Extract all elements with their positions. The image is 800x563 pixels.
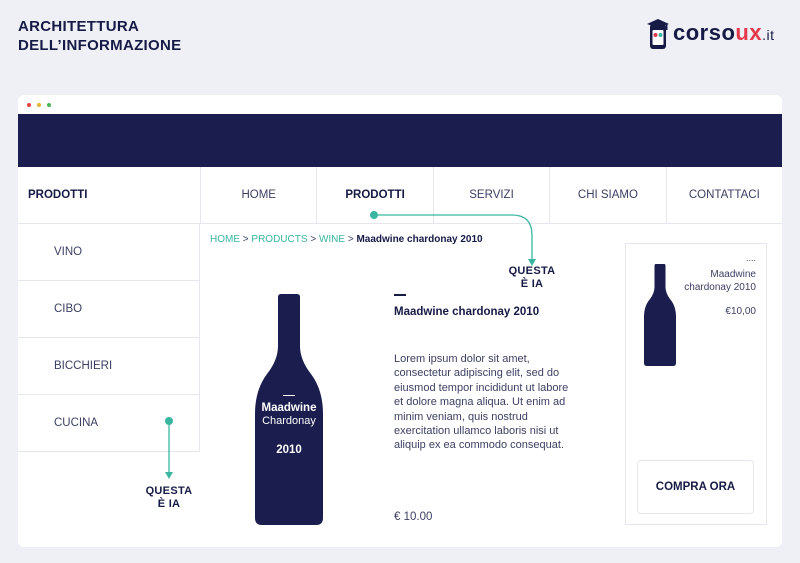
breadcrumb-separator: > [310, 234, 317, 245]
sidebar-item-bicchieri[interactable]: BICCHIERI [18, 338, 199, 395]
site-header [18, 114, 782, 167]
brand-prefix: corso [673, 20, 736, 45]
annotation-label-top: QUESTA È IA [503, 265, 561, 291]
brand-logo: corsoux.it [645, 16, 775, 50]
bottle-label: Maadwine Chardonay 2010 [255, 395, 323, 456]
bottle-label-year: 2010 [276, 444, 302, 457]
nav-item-servizi[interactable]: SERVIZI [434, 167, 551, 224]
maximize-dot-icon[interactable] [47, 102, 51, 107]
bottle-label-variety: Chardonay [262, 415, 316, 428]
annotation-label-bottom-line2: È IA [157, 498, 181, 510]
breadcrumb-separator: > [347, 234, 354, 245]
sidebar-item-vino[interactable]: VINO [18, 224, 199, 281]
browser-window: PRODOTTI HOME PRODOTTI SERVIZI CHI SIAMO… [18, 95, 782, 547]
product-price: € 10.00 [394, 511, 433, 523]
breadcrumb-home[interactable]: HOME [210, 234, 240, 245]
brand-wordmark: corsoux.it [673, 20, 775, 46]
sidebar: VINO CIBO BICCHIERI CUCINA [18, 224, 200, 452]
minimize-dot-icon[interactable] [37, 102, 41, 107]
window-titlebar [18, 95, 782, 114]
annotation-label-top-line2: È IA [520, 278, 544, 290]
sidebar-item-cucina[interactable]: CUCINA [18, 395, 199, 452]
brand-tld: .it [762, 27, 775, 43]
annotation-label-bottom-line1: QUESTA [145, 485, 193, 497]
navigation-row: PRODOTTI HOME PRODOTTI SERVIZI CHI SIAMO… [18, 167, 782, 224]
breadcrumb: HOME > PRODUCTS > WINE > Maadwine chardo… [210, 234, 483, 245]
nav-item-contattaci[interactable]: CONTATTACI [667, 167, 782, 224]
related-product-card: .... Maadwine chardonay 2010 €10,00 COMP… [625, 243, 767, 525]
aside-dots: .... [745, 253, 756, 263]
nav-item-home[interactable]: HOME [201, 167, 318, 224]
slide-title-line1: ARCHITETTURA [18, 18, 140, 35]
nav-item-chi-siamo[interactable]: CHI SIAMO [550, 167, 667, 224]
breadcrumb-separator: > [242, 234, 249, 245]
close-dot-icon[interactable] [27, 102, 31, 107]
product-title-dash [394, 294, 406, 296]
bottle-label-name: Maadwine [261, 402, 317, 415]
slide-title: ARCHITETTURA DELL’INFORMAZIONE [18, 17, 181, 55]
product-description: Lorem ipsum dolor sit amet, consectetur … [394, 353, 569, 452]
annotation-label-bottom: QUESTA È IA [140, 485, 198, 511]
main-nav: HOME PRODOTTI SERVIZI CHI SIAMO CONTATTA… [200, 167, 782, 224]
sidebar-item-cibo[interactable]: CIBO [18, 281, 199, 338]
product-title: Maadwine chardonay 2010 [394, 306, 540, 318]
buy-now-button[interactable]: COMPRA ORA [637, 460, 754, 514]
aside-product-price: €10,00 [725, 306, 756, 317]
slide-title-line2: DELL’INFORMAZIONE [18, 37, 182, 54]
annotation-label-top-line1: QUESTA [508, 265, 556, 277]
nav-item-prodotti[interactable]: PRODOTTI [317, 167, 434, 224]
bottle-label-dash [283, 395, 295, 397]
breadcrumb-current: Maadwine chardonay 2010 [356, 234, 483, 245]
brand-ux: ux [735, 20, 763, 45]
graduation-cap-phone-icon [645, 16, 671, 50]
breadcrumb-products[interactable]: PRODUCTS [251, 234, 307, 245]
aside-product-name: Maadwine chardonay 2010 [684, 269, 756, 293]
breadcrumb-wine[interactable]: WINE [319, 234, 345, 245]
sidebar-heading: PRODOTTI [28, 189, 88, 201]
